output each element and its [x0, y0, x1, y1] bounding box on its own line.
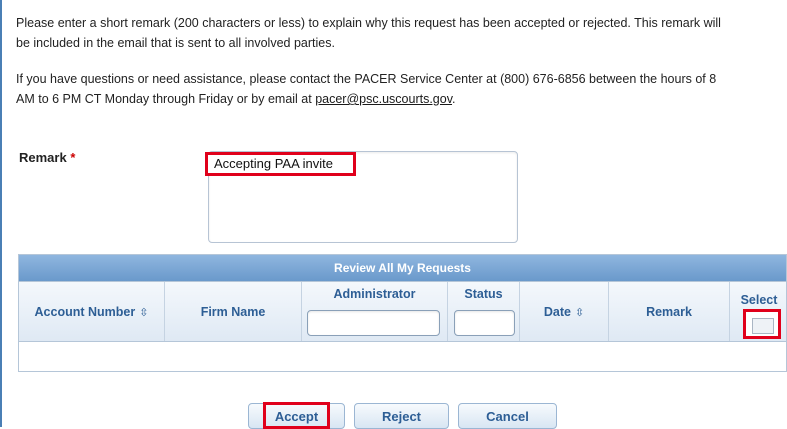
checkbox-square[interactable]: [752, 318, 774, 334]
column-select-label: Select: [740, 293, 778, 307]
grid-title: Review All My Requests: [19, 255, 786, 281]
column-status: Status: [448, 282, 520, 341]
sort-icon[interactable]: ⇳: [575, 307, 584, 319]
left-frame-border: [0, 0, 2, 427]
administrator-filter-input[interactable]: [307, 310, 440, 336]
column-date-label: Date: [543, 305, 571, 319]
contact-text-line1: If you have questions or need assistance…: [16, 72, 717, 86]
column-account-number-label: Account Number: [34, 305, 136, 319]
remark-textarea-value[interactable]: Accepting PAA invite: [205, 152, 356, 176]
contact-text-prefix: AM to 6 PM CT Monday through Friday or b…: [16, 92, 316, 106]
contact-text-suffix: .: [452, 92, 456, 106]
remark-label-text: Remark: [19, 150, 67, 165]
column-status-label: Status: [464, 287, 503, 301]
requests-grid: Review All My Requests Account Number ⇳ F…: [18, 254, 787, 372]
status-filter-input[interactable]: [454, 310, 515, 336]
column-firm-name: Firm Name: [165, 282, 302, 341]
column-remark-label: Remark: [646, 305, 692, 319]
select-all-checkbox[interactable]: [743, 309, 781, 339]
contact-text-line2: AM to 6 PM CT Monday through Friday or b…: [16, 89, 456, 109]
reject-button[interactable]: Reject: [354, 403, 449, 429]
accept-button[interactable]: Accept: [248, 403, 345, 429]
column-firm-name-label: Firm Name: [200, 305, 266, 319]
sort-icon[interactable]: ⇳: [139, 307, 148, 319]
column-administrator: Administrator: [302, 282, 448, 341]
grid-empty-body: [19, 342, 786, 371]
column-account-number[interactable]: Account Number ⇳: [19, 282, 165, 341]
column-remark: Remark: [609, 282, 730, 341]
remark-label: Remark *: [19, 150, 75, 165]
instruction-text-line2: be included in the email that is sent to…: [16, 36, 335, 50]
instruction-text-line1: Please enter a short remark (200 charact…: [16, 16, 721, 30]
required-marker: *: [70, 150, 76, 165]
cancel-button[interactable]: Cancel: [458, 403, 557, 429]
grid-header-row: Account Number ⇳ Firm Name Administrator …: [19, 281, 786, 342]
email-link[interactable]: pacer@psc.uscourts.gov: [315, 92, 452, 106]
column-date[interactable]: Date ⇳: [520, 282, 609, 341]
column-administrator-label: Administrator: [333, 287, 416, 301]
